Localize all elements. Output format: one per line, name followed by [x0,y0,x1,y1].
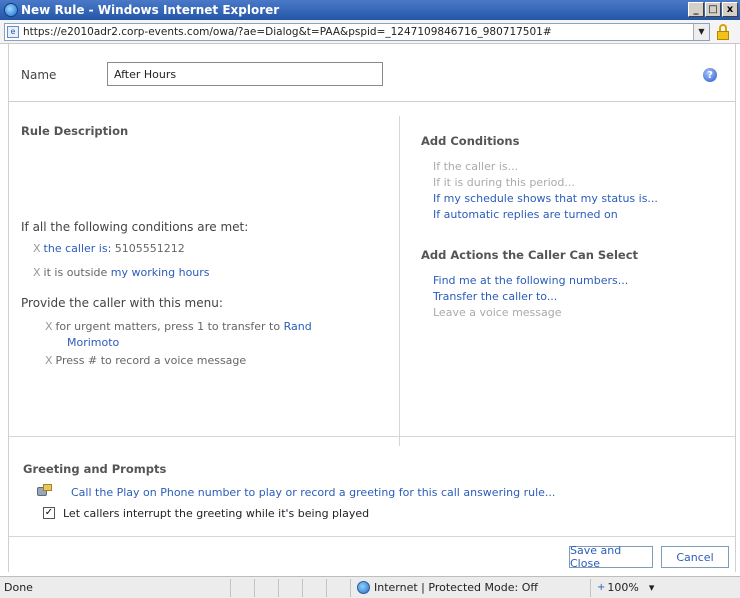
save-and-close-button[interactable]: Save and Close [569,544,653,570]
window-controls: _ □ x [688,2,738,17]
section-divider [9,436,735,437]
menu-item-voicemail: X Press # to record a voice message [45,354,246,367]
window-title: New Rule - Windows Internet Explorer [21,3,280,17]
status-cell [326,578,350,597]
zoom-control[interactable]: + 100% ▾ [590,578,670,597]
ie-logo-icon [4,3,18,17]
address-bar: e https://e2010adr2.corp-events.com/owa/… [0,20,740,44]
globe-icon [357,581,370,594]
greeting-title: Greeting and Prompts [23,462,167,476]
interrupt-greeting-checkbox[interactable]: ✓ [43,507,55,519]
urgent-text: for urgent matters, press 1 to transfer … [55,320,284,333]
menu-item-urgent-cont: Morimoto [67,336,119,349]
lock-icon[interactable] [716,23,730,40]
minimize-button[interactable]: _ [688,2,704,17]
status-cell [254,578,278,597]
add-actions-list: Find me at the following numbers... Tran… [433,274,628,322]
condition-hours: Xit is outside my working hours [33,266,210,279]
help-icon[interactable]: ? [703,68,717,82]
menu-heading: Provide the caller with this menu: [21,296,223,310]
phone-greeting-icon [37,484,53,498]
condition-schedule-status[interactable]: If my schedule shows that my status is..… [433,192,658,208]
action-find-me[interactable]: Find me at the following numbers... [433,274,628,290]
interrupt-greeting-label: Let callers interrupt the greeting while… [63,507,370,520]
remove-action-icon[interactable]: X [45,320,53,333]
footer-divider [9,536,735,537]
working-hours-link[interactable]: my working hours [111,266,210,279]
cancel-button[interactable]: Cancel [661,546,729,568]
name-row: Name ? [9,44,735,102]
remove-condition-icon[interactable]: X [33,242,41,255]
url-field[interactable]: e https://e2010adr2.corp-events.com/owa/… [4,22,710,41]
outside-text: it is outside [43,266,111,279]
rule-dialog: Name ? Rule Description If all the follo… [8,44,736,572]
condition-caller: Xthe caller is: 5105551212 [33,242,185,255]
security-zone[interactable]: Internet | Protected Mode: Off [350,578,590,597]
status-cell [230,578,254,597]
zoom-level: 100% [607,581,639,594]
remove-condition-icon[interactable]: X [33,266,41,279]
transfer-target-link[interactable]: Rand [284,320,312,333]
maximize-button[interactable]: □ [705,2,721,17]
condition-caller-is: If the caller is... [433,160,519,173]
page-icon: e [7,25,19,38]
menu-item-urgent: Xfor urgent matters, press 1 to transfer… [45,320,312,333]
url-dropdown-icon[interactable]: ▼ [693,23,709,40]
remove-action-icon[interactable]: X [45,354,53,367]
action-transfer[interactable]: Transfer the caller to... [433,290,628,306]
status-bar: Done Internet | Protected Mode: Off + 10… [0,576,740,598]
action-voice-message: Leave a voice message [433,306,562,319]
add-conditions-list: If the caller is... If it is during this… [433,160,658,224]
status-cell [278,578,302,597]
caller-is-link[interactable]: the caller is: [44,242,112,255]
name-label: Name [21,68,57,82]
zoom-icon: + [597,582,606,593]
column-divider [399,116,400,446]
status-cell [302,578,326,597]
record-greeting-link[interactable]: Call the Play on Phone number to play or… [71,486,555,499]
caller-number: 5105551212 [111,242,185,255]
zone-text: Internet | Protected Mode: Off [374,581,538,594]
conditions-heading: If all the following conditions are met: [21,220,249,234]
zoom-dropdown-icon[interactable]: ▾ [649,581,655,594]
rule-description-title: Rule Description [21,124,129,138]
url-text: https://e2010adr2.corp-events.com/owa/?a… [23,25,552,38]
voicemail-text: Press # to record a voice message [55,354,247,367]
window-titlebar: New Rule - Windows Internet Explorer _ □… [0,0,740,20]
status-text: Done [4,581,33,594]
condition-auto-replies[interactable]: If automatic replies are turned on [433,208,658,224]
transfer-target-link-cont[interactable]: Morimoto [67,336,119,349]
close-button[interactable]: x [722,2,738,17]
add-conditions-title: Add Conditions [421,134,520,148]
add-actions-title: Add Actions the Caller Can Select [421,248,639,262]
rule-name-input[interactable] [107,62,383,86]
condition-during-period: If it is during this period... [433,176,575,189]
